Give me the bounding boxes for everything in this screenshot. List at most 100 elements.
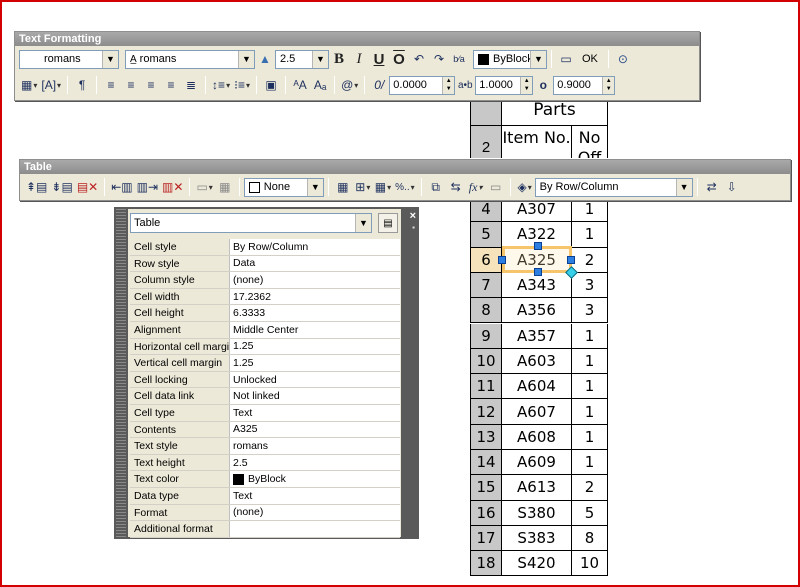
cell-border-combo[interactable]: None ▼ <box>243 177 324 197</box>
chevron-down-icon[interactable]: ▼ <box>675 178 692 196</box>
row-header[interactable]: 14 <box>470 450 502 475</box>
qty-cell[interactable]: 10 <box>572 551 608 576</box>
property-row[interactable]: Cell data link Not linked <box>130 388 400 405</box>
insert-block-icon[interactable]: ⧉ <box>426 177 446 197</box>
row-header[interactable]: 15 <box>470 475 502 500</box>
align-left-icon[interactable]: ≡ <box>101 75 121 95</box>
property-row[interactable]: Contents A325 <box>130 421 400 439</box>
chevron-down-icon[interactable]: ▼ <box>306 178 323 196</box>
table-row[interactable]: 9 A357 1 <box>470 323 608 349</box>
table-row[interactable]: 16 S380 5 <box>470 500 608 526</box>
item-cell[interactable]: S383 <box>502 525 572 551</box>
grip-bottom[interactable] <box>534 268 542 276</box>
row-header[interactable]: 13 <box>470 424 502 449</box>
item-cell[interactable]: A356 <box>502 298 572 323</box>
qty-cell[interactable]: 3 <box>572 272 608 298</box>
oblique-angle-field[interactable]: 0.0000 ▲ ▼ <box>389 75 456 95</box>
paragraph-icon[interactable]: ¶ <box>72 75 92 95</box>
property-value[interactable]: Data <box>230 255 400 272</box>
row-header[interactable]: 18 <box>470 551 502 576</box>
property-value[interactable]: A325 <box>230 421 400 438</box>
item-cell[interactable]: A343 <box>502 272 572 298</box>
object-type-select[interactable]: Table ▼ <box>130 213 372 233</box>
row-header[interactable]: 12 <box>470 399 502 424</box>
grip-left[interactable] <box>498 256 506 264</box>
table-row[interactable]: 13 A608 1 <box>470 424 608 450</box>
qty-cell[interactable]: 1 <box>572 424 608 449</box>
table-header-row[interactable]: 2 Item No. No Off <box>470 126 608 158</box>
uppercase-icon[interactable]: ᴬA <box>290 75 310 95</box>
formula-icon[interactable]: fx <box>466 177 486 197</box>
property-value[interactable]: 2.5 <box>230 454 400 471</box>
grip-right[interactable] <box>567 256 575 264</box>
item-cell[interactable]: A357 <box>502 323 572 348</box>
property-row[interactable]: Format (none) <box>130 504 400 522</box>
delete-column-icon[interactable]: ▥✕ <box>160 177 185 197</box>
property-value[interactable]: 1.25 <box>230 355 400 371</box>
property-row[interactable]: Cell type Text <box>130 404 400 422</box>
alignment-icon[interactable]: ⊞ <box>353 177 373 197</box>
property-row[interactable]: Column style (none) <box>130 272 400 289</box>
chevron-down-icon[interactable]: ▼ <box>312 50 328 68</box>
property-value[interactable]: romans <box>230 438 400 454</box>
download-changes-icon[interactable]: ⇩ <box>722 177 742 197</box>
property-row[interactable]: Cell locking Unlocked <box>130 371 400 389</box>
numbering-icon[interactable]: ⁝≡ <box>232 75 252 95</box>
item-cell[interactable]: A603 <box>502 348 572 374</box>
property-value[interactable]: Text <box>230 404 400 421</box>
row-header[interactable]: 8 <box>470 298 502 323</box>
property-row[interactable]: Row style Data <box>130 255 400 273</box>
bold-button[interactable]: B <box>329 49 349 69</box>
undo-icon[interactable]: ↶ <box>409 49 429 69</box>
insert-row-above-icon[interactable]: ⇞▤ <box>24 177 49 197</box>
delete-row-icon[interactable]: ▤✕ <box>75 177 100 197</box>
mtext-justification-icon[interactable]: [A] <box>39 75 63 95</box>
property-value[interactable]: Not linked <box>230 388 400 404</box>
row-header[interactable]: 16 <box>470 500 502 525</box>
qty-cell[interactable]: 1 <box>572 450 608 475</box>
lowercase-icon[interactable]: Aₐ <box>310 75 330 95</box>
underline-button[interactable]: U <box>369 49 389 69</box>
item-cell[interactable]: A604 <box>502 374 572 399</box>
property-value[interactable]: 6.3333 <box>230 305 400 321</box>
tracking-field[interactable]: 1.0000 ▲ ▼ <box>475 75 534 95</box>
property-row[interactable]: Cell height 6.3333 <box>130 305 400 322</box>
chevron-down-icon[interactable]: ▼ <box>355 214 371 232</box>
property-row[interactable]: Vertical cell margin 1.25 <box>130 355 400 372</box>
text-color-combo[interactable]: ByBlock ▼ <box>473 49 547 69</box>
property-value[interactable]: 1.25 <box>230 338 400 355</box>
qty-cell[interactable]: 5 <box>572 500 608 525</box>
property-value[interactable]: 17.2362 <box>230 288 400 305</box>
stack-icon[interactable]: b⁄a <box>449 49 469 69</box>
row-header[interactable]: 9 <box>470 323 502 348</box>
insert-row-below-icon[interactable]: ⇟▤ <box>49 177 74 197</box>
autohide-icon[interactable]: ▪ <box>412 223 415 232</box>
insert-field-icon[interactable]: ▣ <box>261 75 281 95</box>
cell-locking-icon[interactable]: ▦ <box>373 177 393 197</box>
property-value[interactable]: Unlocked <box>230 371 400 388</box>
property-row[interactable]: Data type Text <box>130 487 400 505</box>
property-row[interactable]: Cell width 17.2362 <box>130 288 400 306</box>
italic-button[interactable]: I <box>349 49 369 69</box>
text-height-combo[interactable]: 2.5 ▼ <box>275 49 329 69</box>
property-row[interactable]: Additional format <box>130 521 400 538</box>
line-spacing-icon[interactable]: ↕≡ <box>210 75 232 95</box>
qty-cell[interactable]: 8 <box>572 525 608 551</box>
chevron-down-icon[interactable]: ▼ <box>238 50 254 68</box>
row-header[interactable]: 10 <box>470 348 502 374</box>
qty-cell[interactable]: 3 <box>572 298 608 323</box>
table-row[interactable]: 10 A603 1 <box>470 348 608 375</box>
property-row[interactable]: Text style romans <box>130 438 400 455</box>
options-icon[interactable]: ⊙ <box>613 49 633 69</box>
row-header[interactable]: 7 <box>470 272 502 298</box>
table-row[interactable]: 14 A609 1 <box>470 450 608 476</box>
property-row[interactable]: Horizontal cell margin 1.25 <box>130 338 400 356</box>
table-row[interactable]: 17 S383 8 <box>470 525 608 552</box>
data-format-icon[interactable]: %.. <box>393 177 416 197</box>
link-cell-icon[interactable]: ⇄ <box>702 177 722 197</box>
table-row[interactable]: 12 A607 1 <box>470 399 608 425</box>
property-row[interactable]: Text height 2.5 <box>130 454 400 472</box>
property-value[interactable]: Text <box>230 487 400 504</box>
symbol-icon[interactable]: @ <box>339 75 360 95</box>
item-cell[interactable]: A613 <box>502 475 572 500</box>
